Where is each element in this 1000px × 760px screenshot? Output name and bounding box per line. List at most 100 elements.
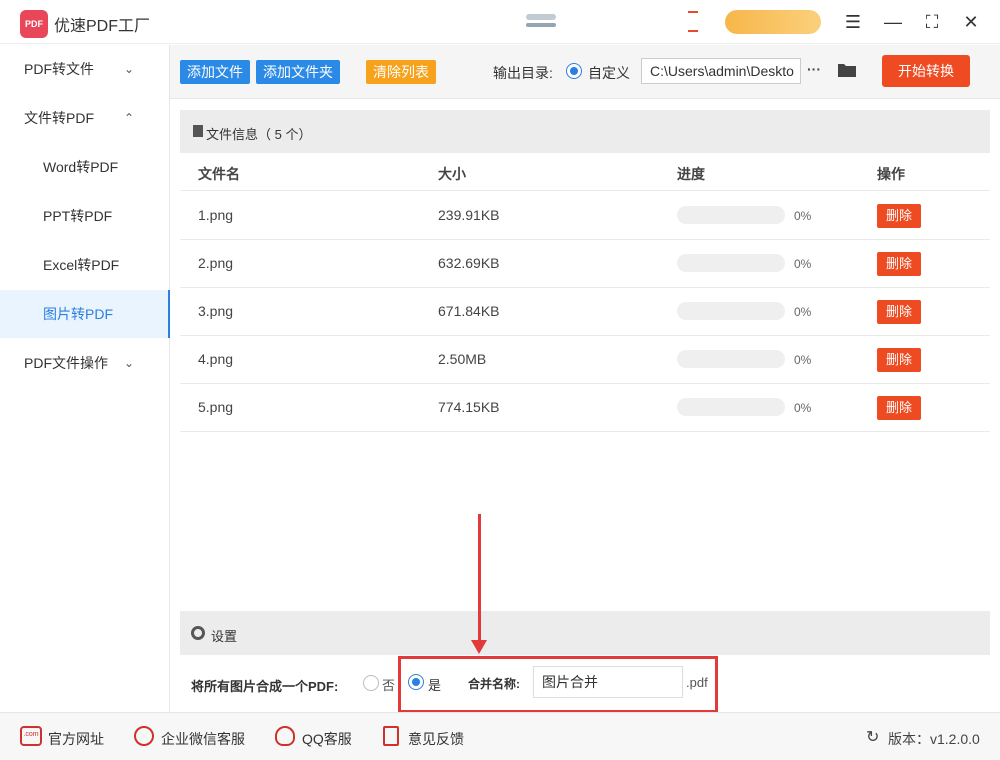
document-icon: [193, 125, 203, 137]
wechat-support-link[interactable]: 企业微信客服: [161, 729, 245, 749]
add-file-button[interactable]: 添加文件: [180, 60, 250, 84]
sidebar-item-label: 文件转PDF: [24, 110, 94, 126]
progress-bar: [677, 254, 785, 272]
toolbar: 添加文件 添加文件夹 清除列表 输出目录: 自定义 C:\Users\admin…: [170, 45, 1000, 99]
table-header: 文件名 大小 进度 操作: [180, 153, 990, 191]
annotation-arrow-head: [471, 640, 487, 654]
sidebar-item-label: PDF转文件: [24, 61, 94, 77]
chevron-up-icon: ⌃: [124, 111, 135, 125]
sidebar-item-excel-to-pdf[interactable]: Excel转PDF: [0, 241, 170, 289]
close-icon[interactable]: ✕: [957, 8, 985, 36]
file-info-title: 文件信息（ 5 个）: [206, 127, 312, 142]
file-size: 774.15KB: [438, 399, 500, 415]
delete-button[interactable]: 删除: [877, 300, 921, 324]
delete-button[interactable]: 删除: [877, 204, 921, 228]
menu-icon[interactable]: ☰: [839, 8, 867, 36]
feedback-link[interactable]: 意见反馈: [408, 729, 464, 749]
progress-bar: [677, 206, 785, 224]
start-convert-button[interactable]: 开始转换: [882, 55, 970, 87]
file-name: 3.png: [198, 303, 234, 319]
column-header-name: 文件名: [198, 166, 240, 182]
refresh-icon: ↻: [866, 729, 880, 746]
sidebar-item-ppt-to-pdf[interactable]: PPT转PDF: [0, 192, 170, 240]
chevron-down-icon: ⌄: [124, 356, 135, 370]
file-size: 2.50MB: [438, 351, 487, 367]
progress-bar: [677, 302, 785, 320]
maximize-icon[interactable]: ⛶: [918, 8, 946, 36]
account-button[interactable]: [725, 10, 821, 34]
gear-icon: [191, 626, 205, 640]
minimize-icon[interactable]: —: [879, 8, 907, 36]
chevron-down-icon: ⌄: [124, 62, 135, 76]
progress-percent: 0%: [794, 401, 812, 415]
table-row: 4.png 2.50MB 0% 删除: [180, 336, 990, 384]
output-path-field[interactable]: C:\Users\admin\Deskto: [641, 58, 801, 84]
progress-percent: 0%: [794, 353, 812, 367]
settings-title: 设置: [211, 629, 238, 644]
blurred-mark-bottom: [688, 30, 698, 32]
title-bar: PDF 优速PDF工厂 ☰ — ⛶ ✕: [0, 0, 1000, 44]
sidebar-item-word-to-pdf[interactable]: Word转PDF: [0, 143, 170, 191]
file-size: 671.84KB: [438, 303, 500, 319]
file-size: 632.69KB: [438, 255, 500, 271]
add-folder-button[interactable]: 添加文件夹: [256, 60, 340, 84]
progress-bar: [677, 350, 785, 368]
website-link[interactable]: 官方网址: [48, 729, 104, 749]
table-row: 3.png 671.84KB 0% 删除: [180, 288, 990, 336]
sidebar-item-label: PDF文件操作: [24, 355, 108, 371]
folder-icon[interactable]: [837, 62, 857, 78]
merge-pdf-label: 将所有图片合成一个PDF:: [191, 679, 339, 694]
delete-button[interactable]: 删除: [877, 396, 921, 420]
file-info-header: 文件信息（ 5 个）: [180, 110, 990, 153]
table-row: 2.png 632.69KB 0% 删除: [180, 240, 990, 288]
blurred-logo-top: [526, 14, 556, 20]
delete-button[interactable]: 删除: [877, 348, 921, 372]
sidebar-item-label: 图片转PDF: [43, 306, 113, 322]
sidebar-item-label: Word转PDF: [43, 159, 119, 175]
table-row: 5.png 774.15KB 0% 删除: [180, 384, 990, 432]
column-header-progress: 进度: [677, 166, 705, 182]
sidebar-item-pdf-operations[interactable]: PDF文件操作 ⌄: [0, 339, 170, 387]
annotation-arrow-line: [478, 514, 481, 642]
version-label: 版本：v1.2.0.0: [888, 731, 980, 747]
custom-dir-radio[interactable]: [566, 63, 582, 79]
sidebar-item-pdf-to-file[interactable]: PDF转文件 ⌄: [0, 45, 170, 93]
website-icon: .com: [20, 726, 42, 746]
wechat-icon: [134, 726, 154, 746]
blurred-logo-bottom: [526, 23, 556, 27]
custom-dir-label: 自定义: [588, 65, 630, 81]
delete-button[interactable]: 删除: [877, 252, 921, 276]
progress-percent: 0%: [794, 305, 812, 319]
settings-header: 设置: [180, 611, 990, 655]
file-name: 2.png: [198, 255, 234, 271]
app-title: 优速PDF工厂: [54, 18, 151, 35]
blurred-mark-top: [688, 11, 698, 13]
file-table: 文件名 大小 进度 操作 1.png 239.91KB 0% 删除 2.png …: [180, 153, 990, 610]
sidebar-item-file-to-pdf[interactable]: 文件转PDF ⌃: [0, 94, 170, 142]
sidebar: PDF转文件 ⌄ 文件转PDF ⌃ Word转PDF PPT转PDF Excel…: [0, 45, 170, 712]
more-icon[interactable]: ···: [807, 61, 821, 77]
progress-percent: 0%: [794, 209, 812, 223]
clear-list-button[interactable]: 清除列表: [366, 60, 436, 84]
merge-no-radio[interactable]: [363, 675, 379, 691]
sidebar-item-label: Excel转PDF: [43, 257, 120, 273]
file-size: 239.91KB: [438, 207, 500, 223]
file-name: 4.png: [198, 351, 234, 367]
column-header-action: 操作: [877, 166, 905, 182]
sidebar-item-label: PPT转PDF: [43, 208, 113, 224]
annotation-highlight-box: [398, 656, 718, 713]
file-name: 5.png: [198, 399, 234, 415]
feedback-icon: [383, 726, 399, 746]
column-header-size: 大小: [438, 166, 466, 182]
table-row: 1.png 239.91KB 0% 删除: [180, 192, 990, 240]
output-dir-label: 输出目录:: [493, 65, 553, 81]
sidebar-item-image-to-pdf[interactable]: 图片转PDF: [0, 290, 170, 338]
progress-bar: [677, 398, 785, 416]
qq-support-link[interactable]: QQ客服: [302, 729, 352, 749]
footer: .com 官方网址 企业微信客服 QQ客服 意见反馈 ↻ 版本：v1.2.0.0: [0, 712, 1000, 760]
merge-no-label: 否: [382, 678, 396, 693]
qq-icon: [275, 726, 295, 746]
progress-percent: 0%: [794, 257, 812, 271]
file-name: 1.png: [198, 207, 234, 223]
app-logo: PDF: [20, 10, 48, 38]
